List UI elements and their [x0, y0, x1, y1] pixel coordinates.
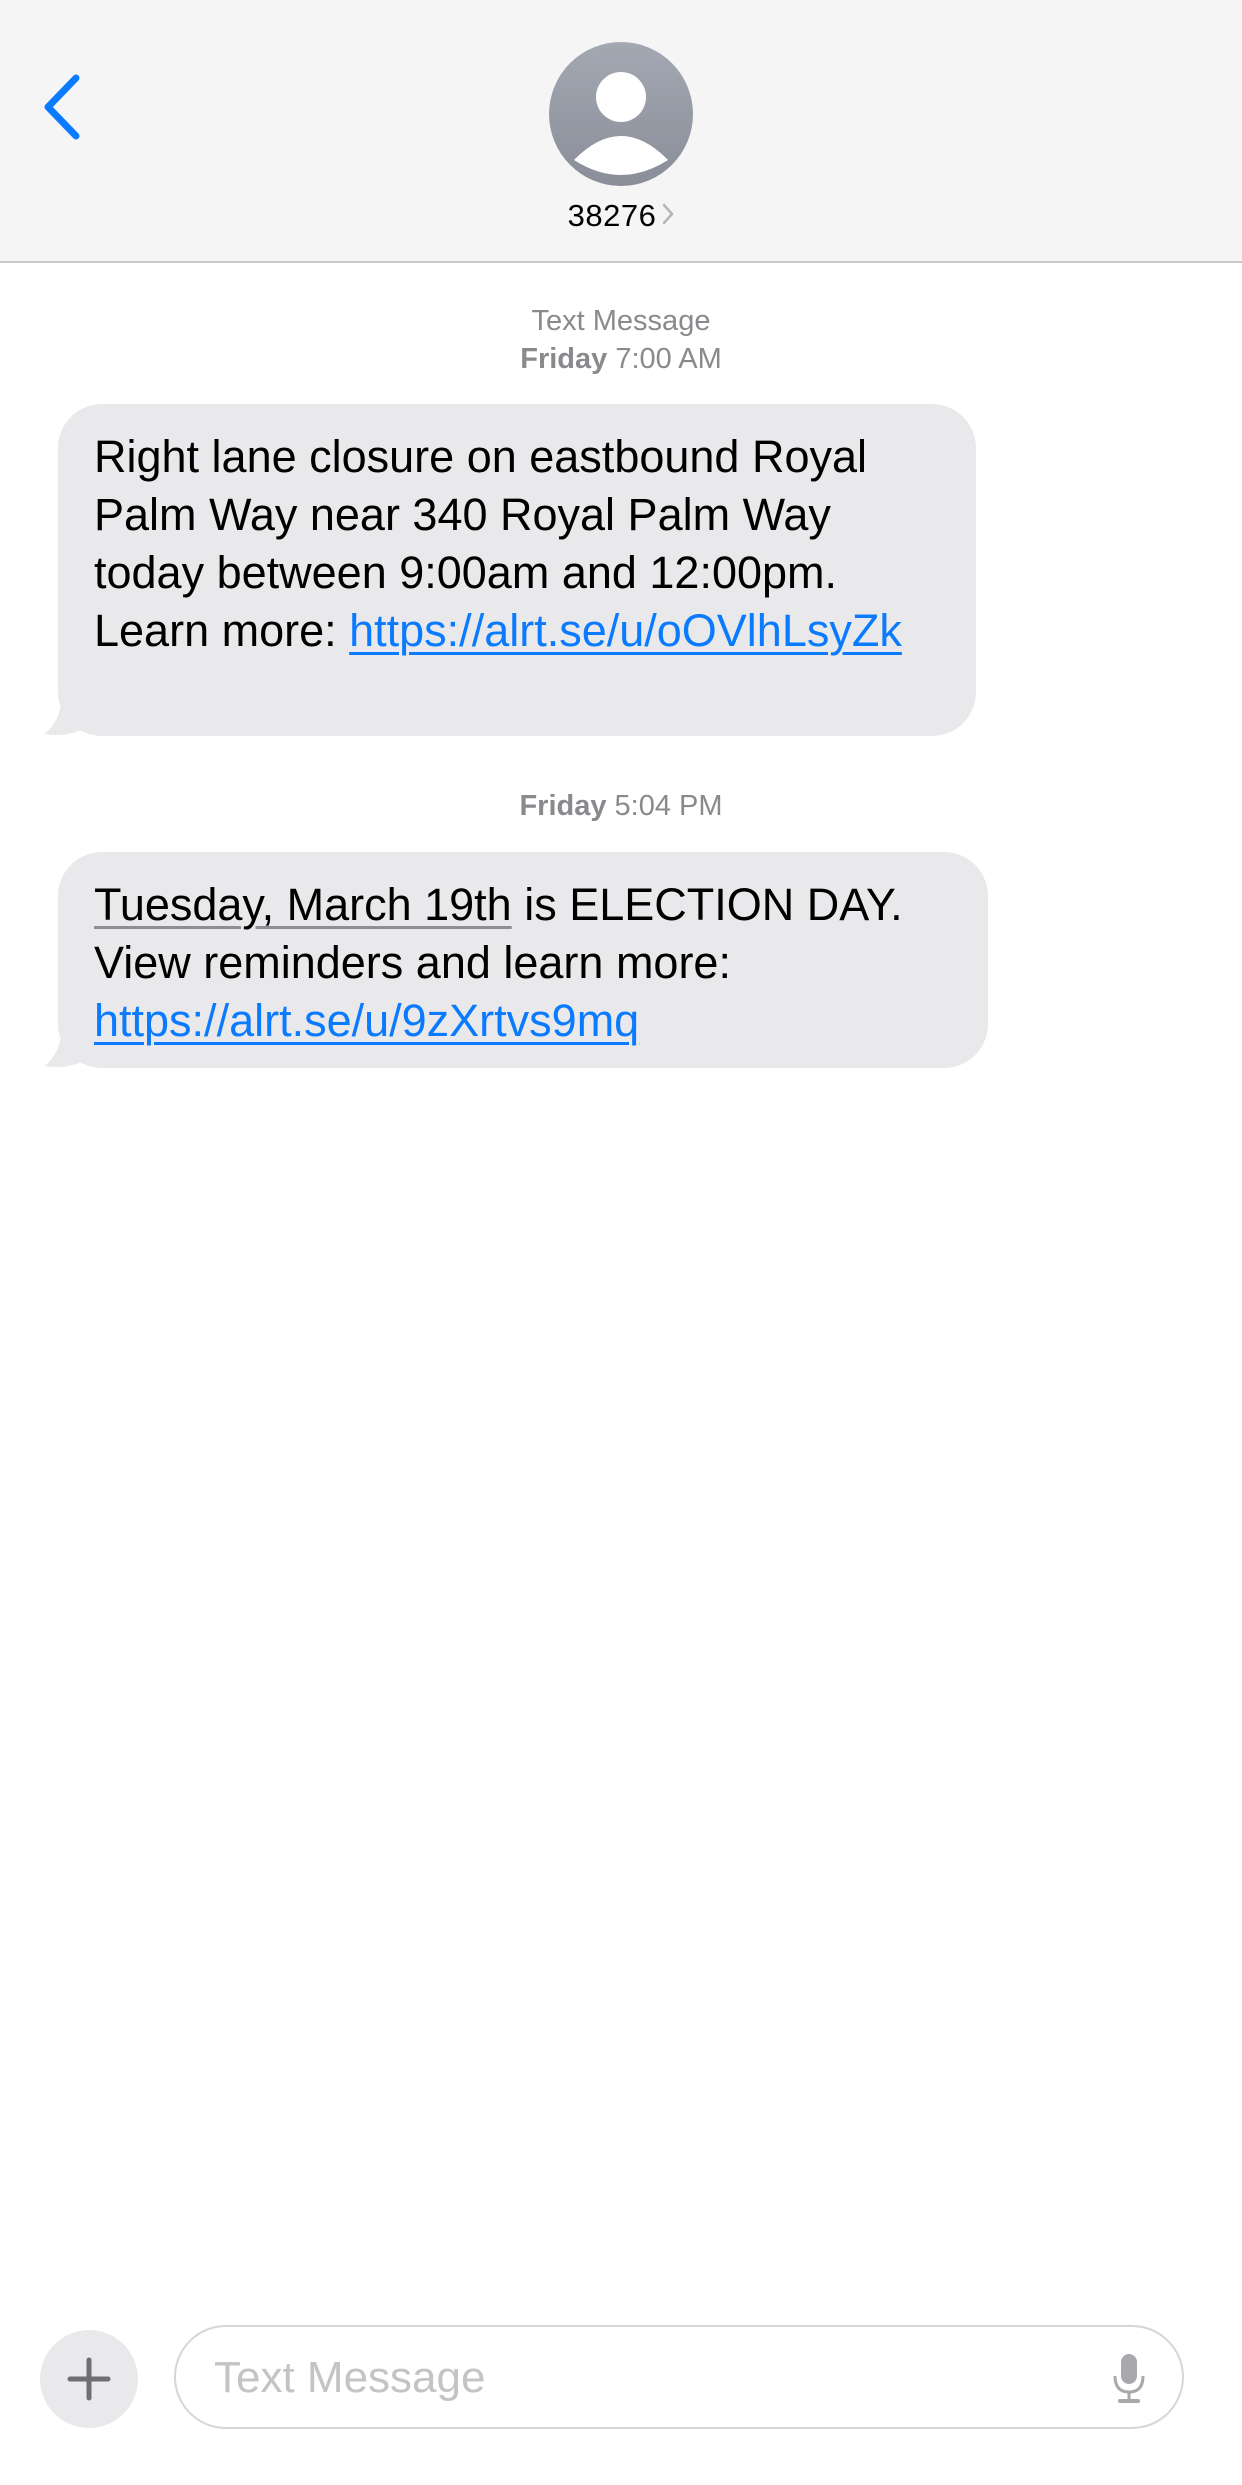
- message-bubble[interactable]: Tuesday, March 19th is ELECTION DAY. Vie…: [58, 852, 988, 1068]
- chevron-right-icon: [662, 203, 675, 230]
- timestamp-header: Friday 5:04 PM: [0, 787, 1242, 825]
- message-link[interactable]: https://alrt.se/u/9zXrtvs9mq: [94, 995, 639, 1046]
- person-placeholder-icon: [574, 72, 668, 175]
- plus-icon: [67, 2357, 111, 2401]
- message-type-label: Text Message: [531, 305, 711, 337]
- apps-plus-button[interactable]: [40, 2330, 138, 2428]
- message-bubble[interactable]: Right lane closure on eastbound Royal Pa…: [58, 404, 976, 736]
- contact-info-button[interactable]: 38276: [0, 198, 1242, 234]
- back-button[interactable]: [40, 72, 90, 142]
- message-link[interactable]: https://alrt.se/u/oOVlhLsyZk: [349, 605, 902, 656]
- message-input[interactable]: [212, 2327, 1066, 2429]
- chevron-left-icon: [44, 74, 80, 140]
- timestamp-header: Text Message Friday 7:00 AM: [0, 302, 1242, 378]
- timestamp-time: 5:04 PM: [614, 790, 723, 822]
- timestamp-time: 7:00 AM: [615, 343, 722, 375]
- conversation-header: 38276: [0, 0, 1242, 263]
- contact-avatar[interactable]: [549, 42, 693, 186]
- date-detected-link[interactable]: Tuesday, March 19th: [94, 879, 512, 930]
- message-composer: [174, 2325, 1184, 2429]
- contact-name: 38276: [567, 198, 657, 233]
- microphone-icon: [1113, 2354, 1145, 2403]
- dictation-button[interactable]: [1112, 2352, 1146, 2404]
- timestamp-day: Friday: [519, 790, 607, 822]
- timestamp-day: Friday: [520, 343, 608, 375]
